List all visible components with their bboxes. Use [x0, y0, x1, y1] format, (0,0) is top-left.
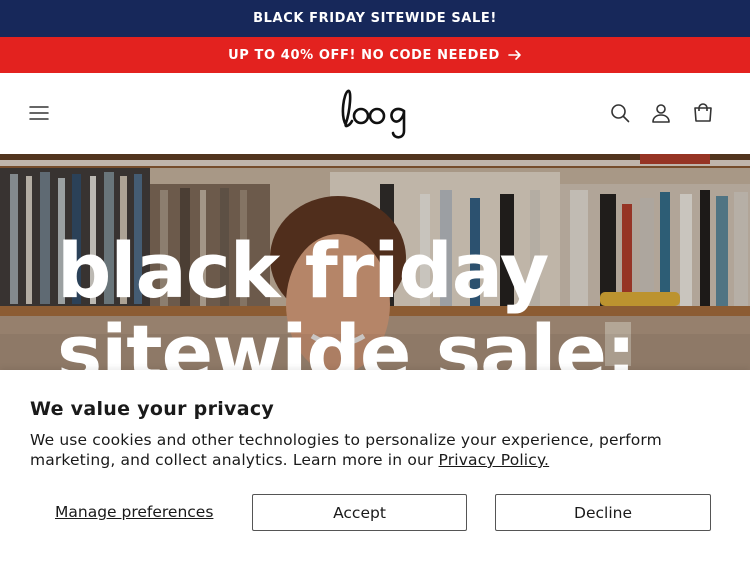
hero-line-1: black friday — [57, 226, 549, 315]
promo-text[interactable]: UP TO 40% OFF! NO CODE NEEDED — [228, 48, 500, 63]
consent-body-text: We use cookies and other technologies to… — [30, 431, 662, 469]
arrow-right-icon — [508, 50, 521, 60]
consent-title: We value your privacy — [30, 398, 275, 420]
site-header — [0, 73, 750, 154]
cart-icon[interactable] — [692, 102, 714, 124]
menu-icon[interactable] — [27, 103, 51, 123]
consent-body: We use cookies and other technologies to… — [30, 430, 730, 470]
privacy-policy-link[interactable]: Privacy Policy. — [439, 451, 550, 469]
announcement-bar-promo[interactable]: UP TO 40% OFF! NO CODE NEEDED — [0, 37, 750, 73]
cookie-consent-banner: We value your privacy We use cookies and… — [0, 370, 750, 563]
announcement-bar-top: BLACK FRIDAY SITEWIDE SALE! — [0, 0, 750, 37]
account-icon[interactable] — [650, 102, 672, 124]
hero-line-2: sitewide sale: — [57, 308, 636, 371]
accept-button[interactable]: Accept — [252, 494, 467, 531]
hero-banner[interactable]: black friday sitewide sale: — [0, 154, 750, 370]
hero-heading: black friday sitewide sale: — [57, 226, 636, 371]
loog-logo[interactable] — [338, 85, 414, 141]
decline-button[interactable]: Decline — [495, 494, 711, 531]
manage-preferences-link[interactable]: Manage preferences — [55, 503, 213, 521]
announcement-text: BLACK FRIDAY SITEWIDE SALE! — [253, 11, 497, 26]
search-icon[interactable] — [609, 102, 631, 124]
